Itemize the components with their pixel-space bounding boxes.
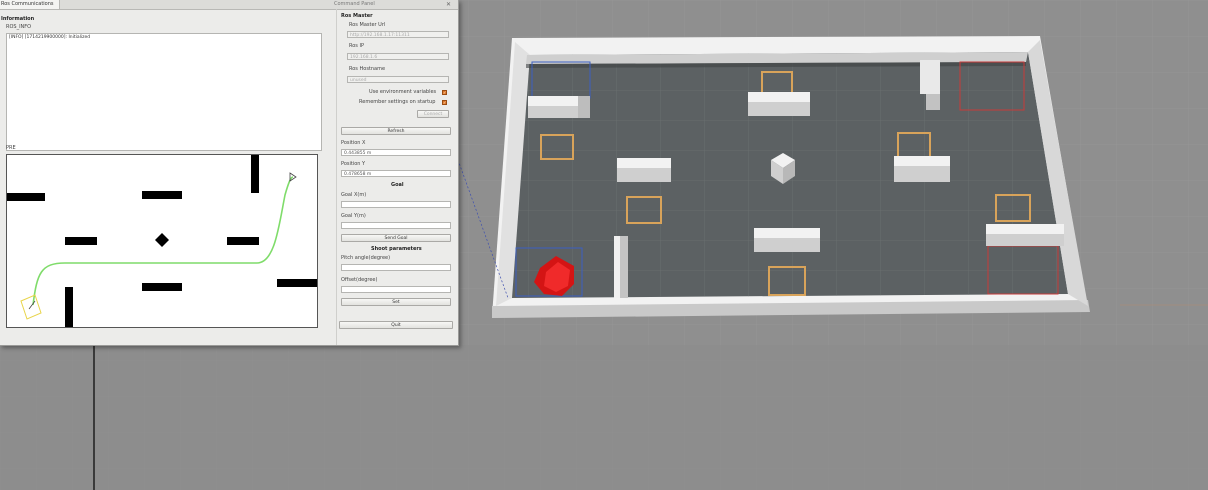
log-view[interactable]: [INFO] [1714219900000]: Initialized [6,33,322,151]
offset-label: Offset(degree) [341,277,378,283]
quit-button[interactable]: Quit [339,321,453,329]
obstacle [748,92,810,116]
position-x-label: Position X [341,140,366,146]
position-x-field[interactable]: 0.443855 m [341,149,451,156]
obstacle [894,156,950,182]
ros-ip-label: Ros IP [349,43,364,49]
obstacle [986,224,1064,246]
refresh-button[interactable]: Refresh [341,127,451,135]
send-goal-button[interactable]: Send Goal [341,234,451,242]
map-obstacle [251,155,259,193]
goal-y-field[interactable] [341,222,451,229]
close-icon[interactable]: ✕ [446,0,451,9]
position-y-field[interactable]: 0.478658 m [341,170,451,177]
master-url-field[interactable]: http://192.168.1.17:11311 [347,31,449,38]
obstacle [754,228,820,252]
ros-ip-field[interactable]: 192.168.1.6 [347,53,449,60]
left-pane: Information ROS_INFO [INFO] [17142199000… [0,9,324,345]
map-title: PRE [6,145,16,151]
log-line: [INFO] [1714219900000]: Initialized [9,35,91,40]
goal-x-field[interactable] [341,201,451,208]
ros-hostname-label: Ros Hostname [349,66,386,72]
offset-field[interactable] [341,286,451,293]
right-pane: Ros Master Ros Master Url http://192.168… [336,9,455,345]
master-url-label: Ros Master Url [349,22,386,28]
map-obstacle [142,191,182,199]
shoot-parameters-heading: Shoot parameters [371,246,422,252]
map-obstacle [277,279,317,287]
use-env-checkbox[interactable]: ✓ [442,90,447,95]
logging-title: Information [1,16,35,22]
remember-settings-label: Remember settings on startup [359,99,436,105]
connect-button[interactable]: Connect [417,110,449,118]
pitch-angle-field[interactable] [341,264,451,271]
goal-heading: Goal [391,182,404,188]
obstacle [617,158,671,182]
map-obstacle [65,287,73,327]
goal-x-label: Goal X(m) [341,192,367,198]
obstacle [528,96,590,118]
remember-settings-checkbox[interactable]: ✓ [442,100,447,105]
dock-title: Command Panel [334,1,375,7]
arena [457,36,1090,318]
tab-ros-communications[interactable]: Ros Communications [0,0,60,9]
pitch-angle-label: Pitch angle(degree) [341,255,391,261]
ros-hostname-field[interactable]: unused [347,76,449,83]
set-button[interactable]: Set [341,298,451,306]
map-canvas [7,155,317,327]
map-view[interactable] [6,154,318,328]
map-obstacle [7,193,45,201]
map-obstacle [155,233,169,247]
map-obstacle [227,237,259,245]
map-obstacle [65,237,97,245]
position-y-label: Position Y [341,161,366,167]
map-obstacle [142,283,182,291]
logging-group-label: ROS_INFO [6,24,32,30]
goal-y-label: Goal Y(m) [341,213,366,219]
obstacle [614,236,628,298]
ros-master-heading: Ros Master [341,13,373,19]
use-env-label: Use environment variables [369,89,437,95]
control-panel-window: Ros Communications Command Panel ✕ Infor… [0,0,459,346]
